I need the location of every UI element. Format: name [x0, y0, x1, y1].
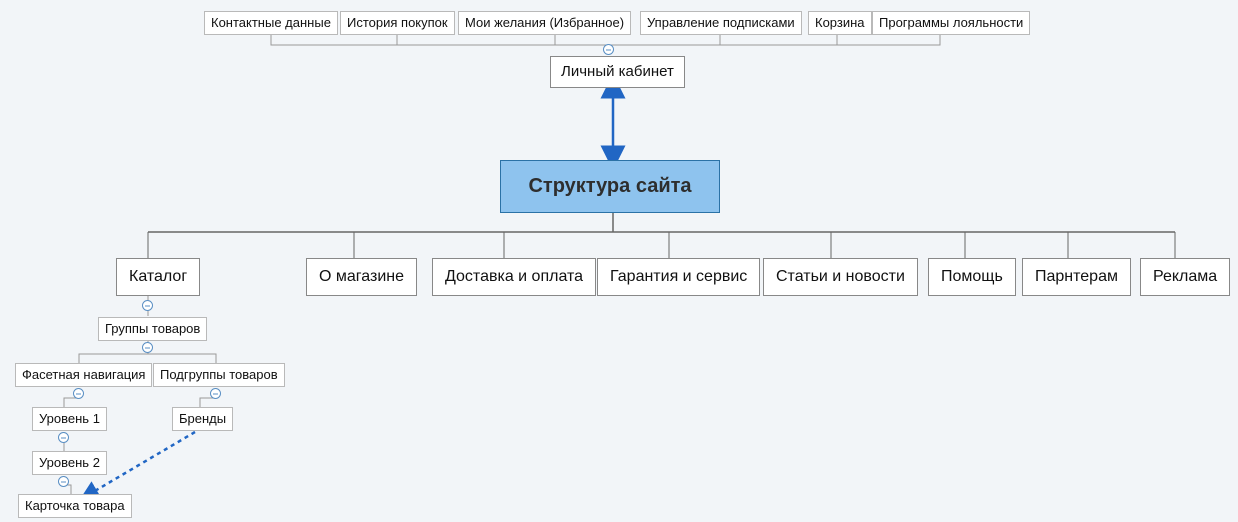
node-cart: Корзина	[808, 11, 872, 35]
collapse-toggle-icon[interactable]	[73, 388, 84, 399]
node-section-about: О магазине	[306, 258, 417, 296]
node-level1: Уровень 1	[32, 407, 107, 431]
node-brands: Бренды	[172, 407, 233, 431]
collapse-toggle-icon[interactable]	[603, 44, 614, 55]
node-purchase-history: История покупок	[340, 11, 455, 35]
node-wishlist: Мои желания (Избранное)	[458, 11, 631, 35]
node-section-news: Статьи и новости	[763, 258, 918, 296]
node-subgroups: Подгруппы товаров	[153, 363, 285, 387]
node-section-delivery: Доставка и оплата	[432, 258, 596, 296]
node-section-ads: Реклама	[1140, 258, 1230, 296]
collapse-toggle-icon[interactable]	[210, 388, 221, 399]
node-section-help: Помощь	[928, 258, 1016, 296]
node-contact-data: Контактные данные	[204, 11, 338, 35]
node-subscriptions: Управление подписками	[640, 11, 802, 35]
node-level2: Уровень 2	[32, 451, 107, 475]
node-product-card: Карточка товара	[18, 494, 132, 518]
node-section-warranty: Гарантия и сервис	[597, 258, 760, 296]
node-facet-nav: Фасетная навигация	[15, 363, 152, 387]
node-section-partners: Парнтерам	[1022, 258, 1131, 296]
diagram-canvas: Контактные данные История покупок Мои же…	[0, 0, 1238, 522]
collapse-toggle-icon[interactable]	[142, 300, 153, 311]
collapse-toggle-icon[interactable]	[142, 342, 153, 353]
collapse-toggle-icon[interactable]	[58, 476, 69, 487]
collapse-toggle-icon[interactable]	[58, 432, 69, 443]
node-section-catalog: Каталог	[116, 258, 200, 296]
node-product-groups: Группы товаров	[98, 317, 207, 341]
node-account: Личный кабинет	[550, 56, 685, 88]
node-central: Структура сайта	[500, 160, 720, 213]
node-loyalty: Программы лояльности	[872, 11, 1030, 35]
